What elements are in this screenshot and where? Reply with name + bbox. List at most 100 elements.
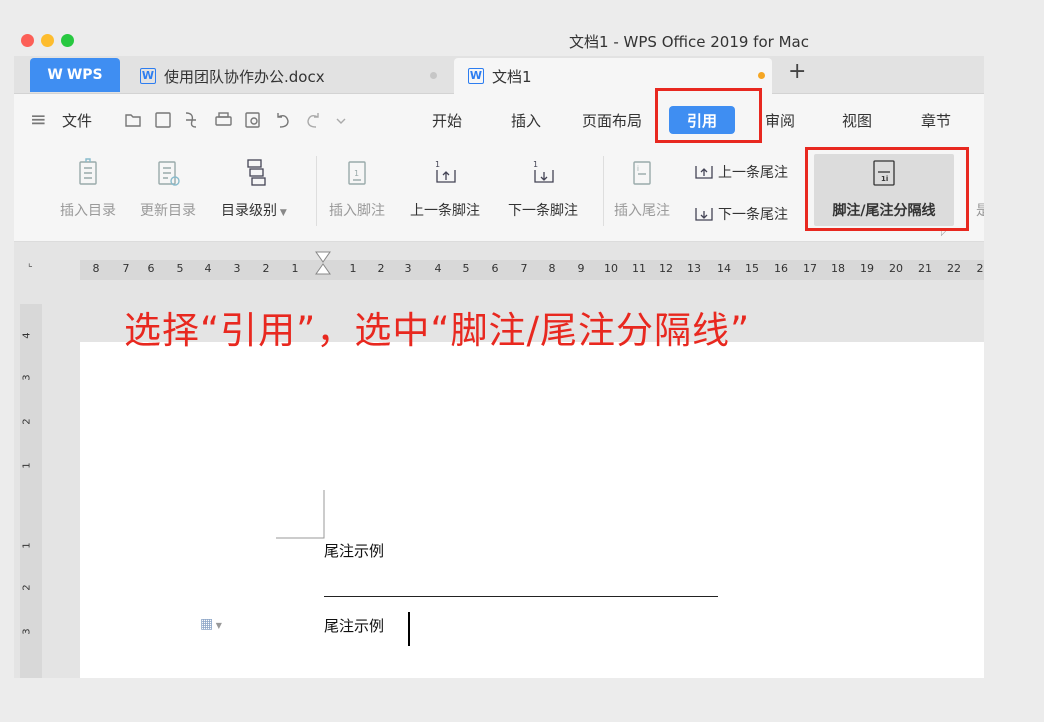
next-footnote-label: 下一条脚注 xyxy=(508,203,578,219)
vertical-ruler-tick-label: 4 xyxy=(21,332,33,339)
prev-endnote-label: 上一条尾注 xyxy=(718,165,788,181)
ruler-tick-label: 2 xyxy=(262,262,270,275)
ruler-tick-label: 22 xyxy=(947,262,961,275)
insert-toc-label: 插入目录 xyxy=(60,203,116,219)
vertical-ruler: 4 3 2 1 1 2 3 xyxy=(20,304,42,678)
ruler-tick-label: 15 xyxy=(745,262,759,275)
prev-footnote-icon: 1 xyxy=(435,160,456,183)
tab-wps-home[interactable]: W WPS xyxy=(30,58,120,92)
vertical-ruler-tick-label: 2 xyxy=(21,418,33,425)
ruler-tick-label: 16 xyxy=(774,262,788,275)
menu-bar: ≡ 文件 开始 插入 页面布局 引用 审阅 视图 章节 xyxy=(14,94,984,144)
quick-access-toolbar xyxy=(125,112,346,128)
ruler-tick-label: 5 xyxy=(462,262,470,275)
redo-icon xyxy=(307,113,319,128)
undo-icon xyxy=(277,113,289,128)
ruler-tick-label: 9 xyxy=(577,262,585,275)
word-doc-icon: W xyxy=(140,68,156,84)
highlight-box-references xyxy=(655,88,762,143)
tab-close-icon[interactable] xyxy=(430,72,437,79)
word-doc-icon: W xyxy=(468,68,484,84)
tab-stop-icon[interactable]: ⌞ xyxy=(28,258,33,269)
ribbon-divider xyxy=(316,156,317,226)
insert-toc-icon xyxy=(79,158,97,185)
insert-footnote-icon: 1 xyxy=(348,161,366,185)
ruler-tick-label: 6 xyxy=(491,262,499,275)
tab-doc1-label: 文档1 xyxy=(492,67,532,86)
tab-document-docx[interactable]: W 使用团队协作办公.docx xyxy=(138,58,456,94)
endnote-text-2[interactable]: 尾注示例 xyxy=(324,615,384,636)
svg-text:1: 1 xyxy=(435,160,440,169)
tab-docx-label: 使用团队协作办公.docx xyxy=(164,67,325,86)
window-title: 文档1 - WPS Office 2019 for Mac xyxy=(569,33,809,51)
prev-footnote-label: 上一条脚注 xyxy=(410,203,480,219)
wps-logo-icon: W xyxy=(47,67,63,83)
ruler-tick-label: 8 xyxy=(548,262,556,275)
prev-endnote-icon xyxy=(695,166,713,179)
toc-level-label: 目录级别 xyxy=(221,203,277,219)
menu-chapter[interactable]: 章节 xyxy=(921,110,951,131)
menu-review[interactable]: 审阅 xyxy=(765,110,795,131)
menu-file[interactable]: 文件 xyxy=(62,110,92,131)
endnote-text-1[interactable]: 尾注示例 xyxy=(324,540,384,561)
ruler-tick-label: 17 xyxy=(803,262,817,275)
ruler-tick-label: 6 xyxy=(147,262,155,275)
toc-level-button[interactable]: 目录级别 ▼ xyxy=(221,158,287,220)
insert-toc-button[interactable]: 插入目录 xyxy=(60,158,116,220)
endnote-separator-line xyxy=(324,596,718,597)
ruler-tick-label: 4 xyxy=(204,262,212,275)
ruler-tick-label: 3 xyxy=(404,262,412,275)
insert-footnote-label: 插入脚注 xyxy=(329,203,385,219)
update-toc-icon xyxy=(158,161,180,186)
prev-footnote-button[interactable]: 1 上一条脚注 xyxy=(410,158,480,220)
next-endnote-icon xyxy=(695,208,713,221)
menu-home[interactable]: 开始 xyxy=(432,110,462,131)
ribbon-divider xyxy=(603,156,604,226)
ruler-tick-label: 7 xyxy=(122,262,130,275)
horizontal-ruler: ⌞ 8 7 6 5 4 3 2 1 1 2 3 4 5 6 7 8 9 10 11 12 13 14 15 16 17 18 19 2… xyxy=(14,242,984,296)
insert-endnote-button[interactable]: i 插入尾注 xyxy=(614,158,670,220)
dropdown-arrow-icon: ▼ xyxy=(277,208,287,218)
next-footnote-button[interactable]: 1 下一条脚注 xyxy=(508,158,578,220)
ruler-tick-label: 3 xyxy=(233,262,241,275)
menu-page-layout[interactable]: 页面布局 xyxy=(582,110,642,131)
vertical-ruler-tick-label: 2 xyxy=(21,584,33,591)
ruler-tick-label: 20 xyxy=(889,262,903,275)
insert-footnote-button[interactable]: 1 插入脚注 xyxy=(329,158,385,220)
next-endnote-button[interactable]: 下一条尾注 xyxy=(692,204,788,224)
vertical-ruler-tick-label: 3 xyxy=(21,374,33,381)
ruler-tick-label: 2 xyxy=(976,262,984,275)
ruler-tick-label: 1 xyxy=(291,262,299,275)
update-toc-label: 更新目录 xyxy=(140,203,196,219)
document-page[interactable]: 尾注示例 尾注示例 ▦ ▼ xyxy=(80,342,984,678)
save-icon xyxy=(155,112,171,128)
ruler-tick-label: 10 xyxy=(604,262,618,275)
next-endnote-label: 下一条尾注 xyxy=(718,207,788,223)
indent-marker-icon[interactable] xyxy=(314,250,332,286)
svg-text:1: 1 xyxy=(354,169,359,178)
print-icon xyxy=(215,116,232,126)
update-toc-button[interactable]: 更新目录 xyxy=(140,158,196,220)
ruler-tick-label: 5 xyxy=(176,262,184,275)
svg-text:i: i xyxy=(637,165,639,173)
ruler-tick-label: 14 xyxy=(717,262,731,275)
vertical-ruler-tick-label: 3 xyxy=(21,628,33,635)
unsaved-dot-icon[interactable] xyxy=(758,72,765,79)
vertical-ruler-tick-label: 1 xyxy=(21,542,33,549)
insert-endnote-icon: i xyxy=(633,161,651,185)
menu-insert[interactable]: 插入 xyxy=(511,110,541,131)
ruler-tick-label: 11 xyxy=(632,262,646,275)
highlight-box-separator xyxy=(805,147,969,231)
cut-off-ribbon-item[interactable]: 是 xyxy=(976,200,984,220)
ruler-tick-label: 18 xyxy=(831,262,845,275)
ruler-tick-label: 19 xyxy=(860,262,874,275)
ruler-tick-label: 4 xyxy=(434,262,442,275)
new-tab-button[interactable]: + xyxy=(788,59,806,84)
paragraph-layout-icon[interactable]: ▦ ▼ xyxy=(200,616,222,632)
prev-endnote-button[interactable]: 上一条尾注 xyxy=(692,162,788,182)
insert-endnote-label: 插入尾注 xyxy=(614,203,670,219)
open-folder-icon xyxy=(125,114,141,127)
hamburger-menu-icon[interactable]: ≡ xyxy=(30,107,47,131)
ruler-tick-label: 1 xyxy=(349,262,357,275)
menu-view[interactable]: 视图 xyxy=(842,110,872,131)
